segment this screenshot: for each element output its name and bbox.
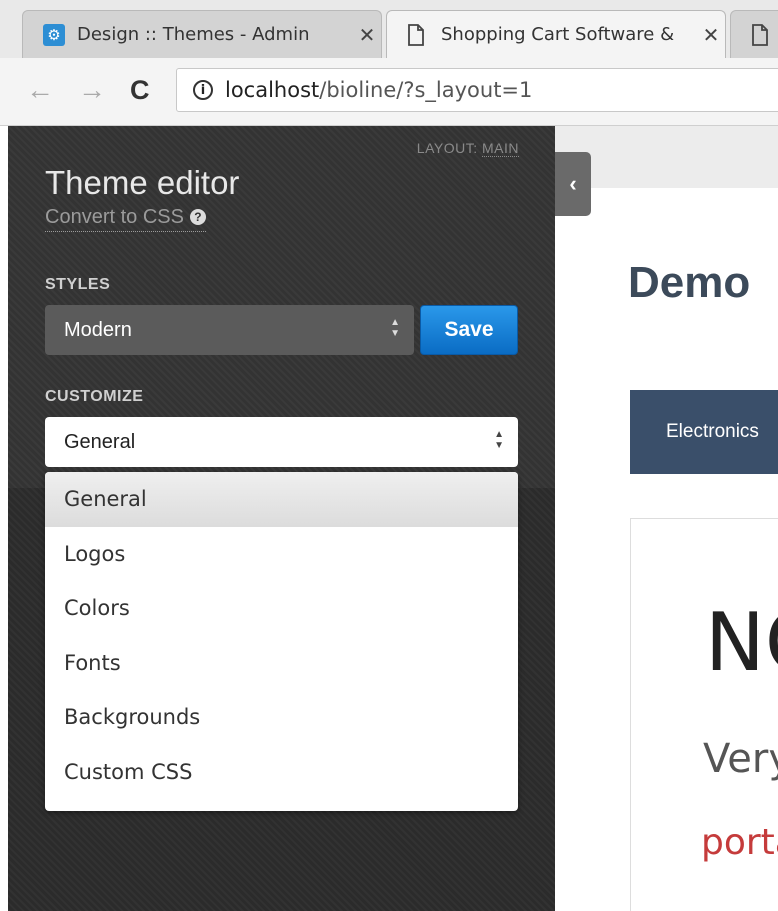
- tab-title: Shopping Cart Software &: [441, 24, 675, 45]
- save-button[interactable]: Save: [420, 305, 518, 355]
- dropdown-option-colors[interactable]: Colors: [45, 581, 518, 636]
- tab-shopping-cart[interactable]: Shopping Cart Software & ✕: [386, 10, 726, 58]
- browser-toolbar: ← → C i localhost/bioline/?s_layout=1: [0, 58, 778, 126]
- help-icon[interactable]: ?: [189, 209, 206, 225]
- dropdown-option-general[interactable]: General: [45, 472, 518, 527]
- banner-link-text[interactable]: porta: [701, 822, 778, 863]
- customize-label: CUSTOMIZE: [45, 388, 144, 405]
- dropdown-option-logos[interactable]: Logos: [45, 527, 518, 582]
- tab-design-themes[interactable]: ⚙ Design :: Themes - Admin ✕: [22, 10, 382, 58]
- document-icon: [407, 23, 429, 46]
- dropdown-option-backgrounds[interactable]: Backgrounds: [45, 690, 518, 745]
- collapse-panel-button[interactable]: ‹: [555, 152, 591, 216]
- banner-heading: NO: [705, 596, 778, 689]
- back-arrow-icon[interactable]: ←: [26, 76, 54, 104]
- customize-selected-value: General: [64, 430, 136, 453]
- close-tab-icon[interactable]: ✕: [353, 23, 381, 47]
- chevron-left-icon: ‹: [569, 171, 577, 196]
- banner-text: Very: [703, 736, 778, 782]
- styles-selected-value: Modern: [64, 318, 132, 341]
- url-host: localhost: [225, 78, 320, 102]
- forward-arrow-icon[interactable]: →: [78, 76, 106, 104]
- styles-select[interactable]: Modern ▲ ▼: [45, 305, 414, 355]
- reload-icon[interactable]: C: [130, 76, 150, 104]
- layout-label: LAYOUT:: [416, 140, 478, 156]
- nav-item-electronics[interactable]: Electronics: [666, 421, 759, 443]
- tab-partial[interactable]: [730, 10, 778, 58]
- convert-to-css-label: Convert to CSS: [45, 206, 184, 228]
- storefront-preview: Demo Electronics NO Very porta: [555, 126, 778, 911]
- category-nav-bar: Electronics: [630, 390, 778, 474]
- theme-editor-panel: LAYOUT: MAIN Theme editor Convert to CSS…: [8, 126, 555, 911]
- customize-select[interactable]: General ▲ ▼: [45, 417, 518, 467]
- gear-favicon-icon: ⚙: [43, 23, 65, 46]
- dropdown-option-custom-css[interactable]: Custom CSS: [45, 745, 518, 800]
- address-bar[interactable]: i localhost/bioline/?s_layout=1: [176, 68, 778, 112]
- close-tab-icon[interactable]: ✕: [697, 23, 725, 47]
- url-path: /bioline/?s_layout=1: [319, 78, 533, 102]
- store-heading: Demo: [628, 258, 751, 307]
- dropdown-option-fonts[interactable]: Fonts: [45, 636, 518, 691]
- document-icon: [751, 23, 773, 46]
- layout-indicator: LAYOUT: MAIN: [416, 140, 519, 157]
- customize-dropdown-list: General Logos Colors Fonts Backgrounds C…: [45, 472, 518, 811]
- convert-to-css-link[interactable]: Convert to CSS?: [45, 206, 206, 232]
- info-icon[interactable]: i: [193, 80, 213, 100]
- styles-label: STYLES: [45, 276, 111, 293]
- panel-title: Theme editor: [45, 164, 240, 201]
- select-arrows-icon: ▲ ▼: [494, 429, 504, 451]
- tab-title: Design :: Themes - Admin: [77, 24, 310, 45]
- layout-value-link[interactable]: MAIN: [482, 140, 519, 157]
- select-arrows-icon: ▲ ▼: [390, 317, 400, 339]
